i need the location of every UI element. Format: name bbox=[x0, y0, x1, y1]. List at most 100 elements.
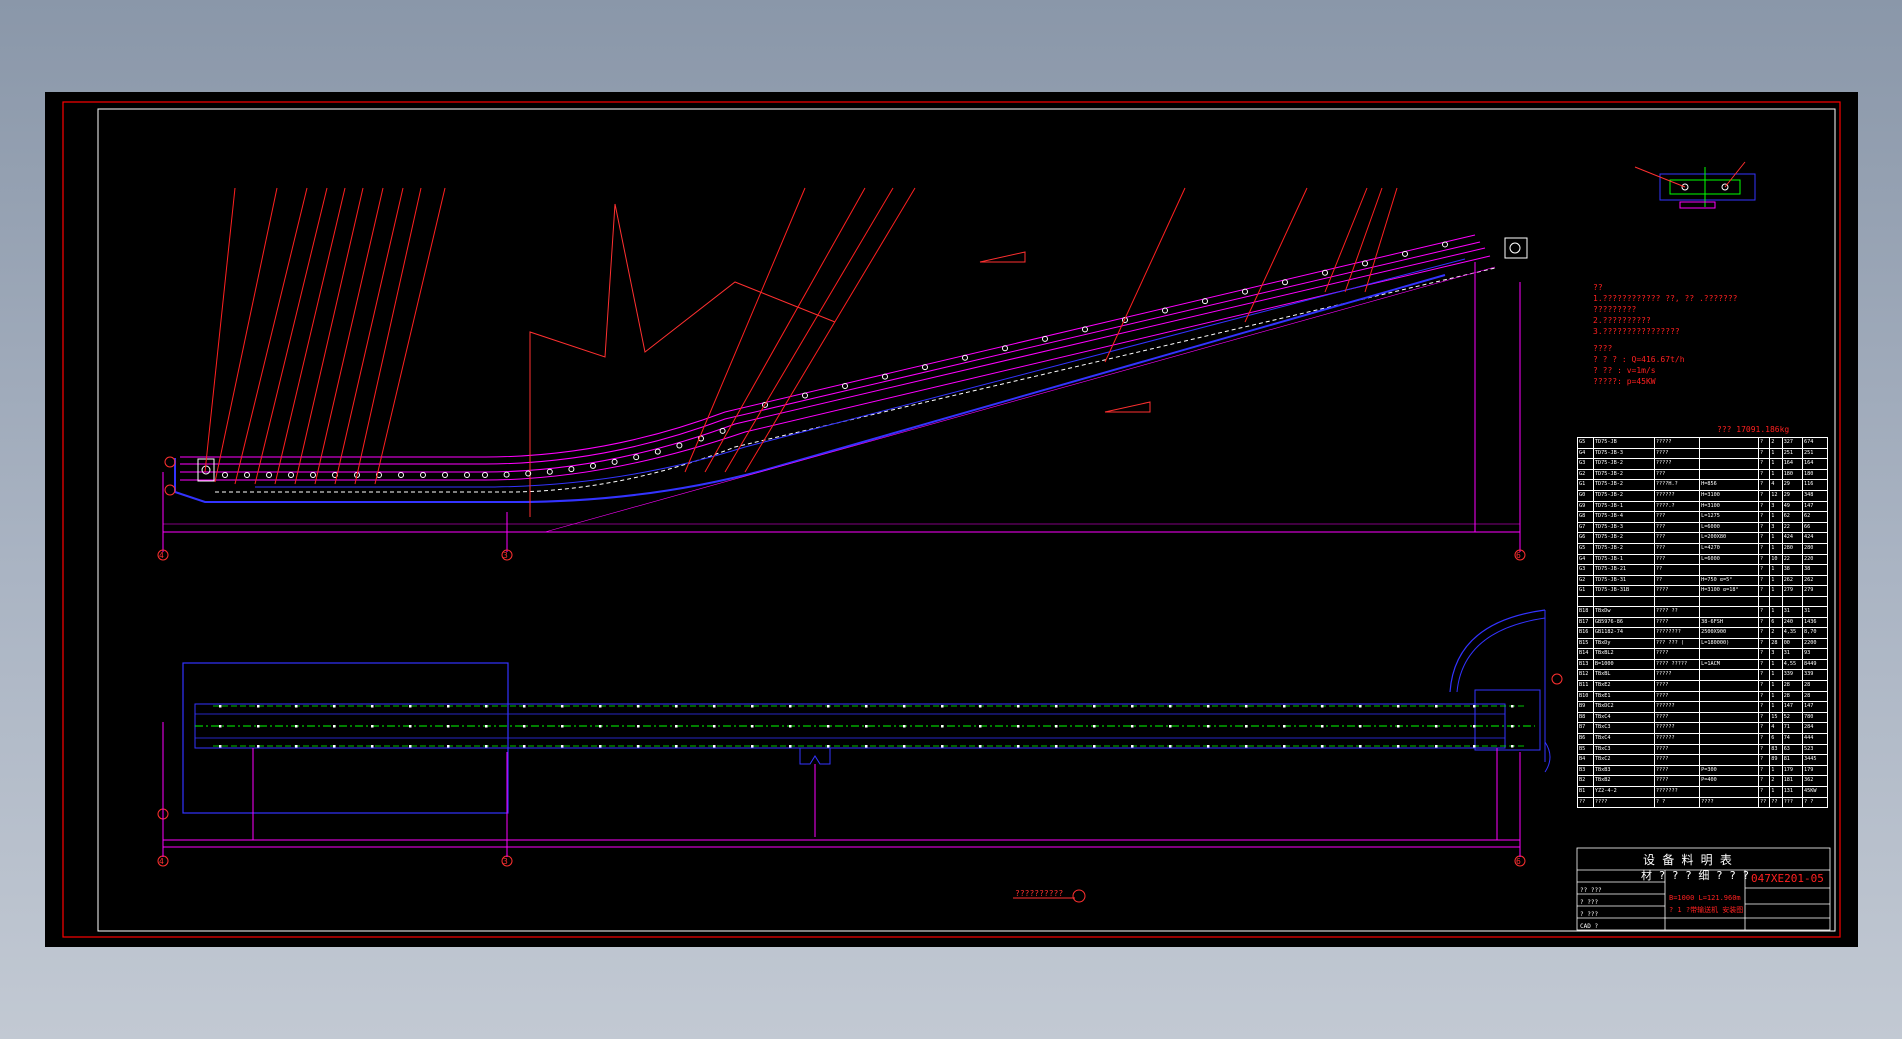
bom-cell: TBxC2 bbox=[1592, 754, 1655, 766]
bom-cell: ? bbox=[1757, 786, 1771, 798]
idler-roller bbox=[1282, 279, 1288, 286]
bom-cell: ???? bbox=[1699, 796, 1759, 809]
idler-plan-mark bbox=[865, 745, 868, 748]
bom-cell: TD75-JB-21 bbox=[1592, 564, 1655, 576]
bom-row: B4 TBxC2????? 89 81 3445 bbox=[1577, 754, 1828, 766]
idler-roller bbox=[802, 392, 808, 399]
bom-cell bbox=[1769, 595, 1783, 607]
idler-plan-mark bbox=[1283, 725, 1286, 728]
leader-line bbox=[744, 187, 916, 473]
bom-cell: ? bbox=[1757, 775, 1771, 787]
bom-cell: ? bbox=[1757, 701, 1771, 713]
bom-subtitle: 材 ? ? ? 细 ? ? ? bbox=[1641, 868, 1749, 882]
idler-plan-mark bbox=[713, 745, 716, 748]
bom-row: B8 TBxC4????? 15 52 780 bbox=[1577, 711, 1828, 724]
bom-cell: 28 bbox=[1802, 680, 1828, 692]
bom-row: G1 TD75-JB-2 ????H.? H=856? 4 29 116 bbox=[1577, 479, 1828, 491]
bom-cell: 1 bbox=[1769, 574, 1783, 587]
bom-cell: ? bbox=[1757, 743, 1771, 756]
idler-roller bbox=[244, 472, 250, 478]
param-line: ? ? ? : Q=416.67t/h bbox=[1593, 355, 1685, 364]
bom-cell: 71 bbox=[1781, 722, 1804, 735]
bom-cell: 83 bbox=[1769, 743, 1783, 756]
idler-roller bbox=[962, 354, 968, 361]
leader-line bbox=[274, 187, 346, 485]
idler-roller bbox=[1402, 250, 1408, 257]
bom-cell: ????? bbox=[1653, 437, 1701, 449]
bom-cell: 131 bbox=[1781, 786, 1804, 798]
bom-cell: 1 bbox=[1769, 680, 1783, 692]
idler-plan-mark bbox=[561, 725, 564, 728]
bom-cell: 2200 bbox=[1802, 637, 1828, 650]
bom-cell bbox=[1699, 701, 1759, 713]
idler-plan-mark bbox=[903, 725, 906, 728]
idler-roller bbox=[1202, 298, 1208, 305]
bom-cell: GB5976-86 bbox=[1592, 616, 1655, 629]
bom-cell: TBxBL2 bbox=[1592, 648, 1655, 660]
idler-roller bbox=[266, 472, 272, 478]
idler-plan-mark bbox=[941, 725, 944, 728]
bom-cell: ? bbox=[1757, 637, 1771, 650]
bom-cell: ??? bbox=[1781, 796, 1804, 809]
bom-cell: 3 bbox=[1769, 521, 1783, 534]
bom-row: G9 TD75-JB-1????.? H=3100? 3 49 147 bbox=[1577, 500, 1828, 513]
idler-plan-mark bbox=[1245, 745, 1248, 748]
bom-cell: 1 bbox=[1769, 786, 1783, 798]
idler-plan-mark bbox=[903, 745, 906, 748]
bom-cell: 4 bbox=[1769, 722, 1783, 735]
bom-cell: 63 bbox=[1781, 743, 1804, 756]
belt-mid bbox=[180, 247, 1486, 473]
bom-cell: B13 bbox=[1577, 658, 1594, 671]
bom-cell: ? bbox=[1757, 458, 1771, 470]
idler-roller bbox=[1322, 269, 1328, 276]
idler-plan-mark bbox=[561, 745, 564, 748]
bom-cell: 674 bbox=[1802, 437, 1828, 449]
title-block-row: ?? ??? bbox=[1580, 887, 1602, 894]
idler-roller bbox=[590, 462, 596, 469]
bom-row: G4 TD75-JB-3????? 1 251 251 bbox=[1577, 447, 1828, 460]
bom-cell: 280 bbox=[1781, 542, 1804, 555]
idler-plan-mark bbox=[1093, 745, 1096, 748]
svg-text:4: 4 bbox=[159, 551, 164, 560]
bom-cell bbox=[1699, 447, 1759, 460]
bom-cell: 348 bbox=[1802, 489, 1828, 502]
bom-cell: 3 bbox=[1769, 500, 1783, 513]
idler-plan-mark bbox=[371, 725, 374, 728]
bom-cell: 147 bbox=[1802, 500, 1828, 513]
idler-plan-mark bbox=[1435, 745, 1438, 748]
bom-cell: ??? bbox=[1653, 521, 1701, 534]
leader-line bbox=[704, 187, 866, 473]
idler-roller bbox=[1002, 345, 1008, 352]
bom-cell: L=200X80 bbox=[1699, 532, 1759, 544]
bom-cell: 89 bbox=[1769, 754, 1783, 766]
bom-cell: TBxBL bbox=[1592, 669, 1655, 682]
param-line: ?????: p=45KW bbox=[1593, 377, 1656, 386]
bom-cell: 1 bbox=[1769, 542, 1783, 555]
bom-cell: B2 bbox=[1577, 775, 1594, 787]
idler-plan-mark bbox=[637, 725, 640, 728]
bom-cell: 180 bbox=[1781, 468, 1804, 481]
leader-line bbox=[334, 187, 404, 485]
idler-plan-mark bbox=[1473, 725, 1476, 728]
note-line: 2.?????????? bbox=[1593, 316, 1651, 325]
bom-cell: 62 bbox=[1802, 511, 1828, 523]
idler-roller bbox=[654, 448, 661, 455]
bom-cell: TBxC3 bbox=[1592, 743, 1655, 756]
bom-cell: ? ? bbox=[1802, 796, 1828, 809]
svg-text:6: 6 bbox=[1516, 551, 1521, 560]
bom-cell bbox=[1781, 595, 1804, 607]
bom-cell bbox=[1699, 468, 1759, 481]
idler-plan-mark bbox=[1055, 745, 1058, 748]
bom-cell: 181 bbox=[1781, 775, 1804, 787]
bom-cell: TD75-JB-2 bbox=[1592, 479, 1655, 491]
idler-plan-mark bbox=[1017, 725, 1020, 728]
idler-plan-mark bbox=[713, 705, 716, 708]
bom-row: B10 TBxE1????? 1 28 28 bbox=[1577, 690, 1828, 703]
bom-cell: ? bbox=[1757, 574, 1771, 587]
bom-cell: ???? bbox=[1653, 690, 1701, 703]
bom-cell: 251 bbox=[1802, 447, 1828, 460]
bom-cell: B11 bbox=[1577, 680, 1594, 692]
bom-cell: ? ? bbox=[1653, 796, 1701, 809]
bom-cell: 1 bbox=[1769, 690, 1783, 703]
idler-roller bbox=[633, 454, 640, 461]
